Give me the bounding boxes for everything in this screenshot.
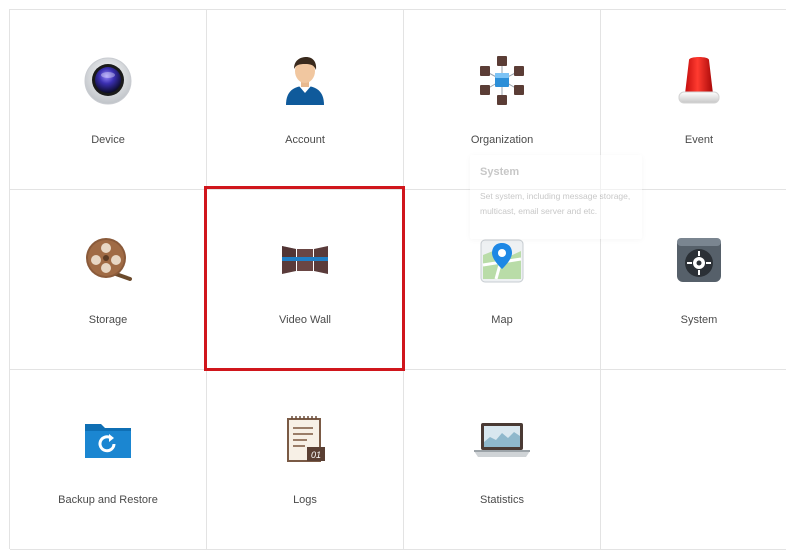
film-reel-icon: [78, 230, 138, 290]
tile-system[interactable]: System: [601, 190, 786, 370]
backup-folder-icon: [78, 410, 138, 470]
empty-tile: [601, 370, 786, 550]
tile-logs[interactable]: 01 Logs: [207, 370, 404, 550]
tile-backup-and-restore[interactable]: Backup and Restore: [10, 370, 207, 550]
laptop-chart-icon: [472, 410, 532, 470]
alarm-siren-icon: [669, 50, 729, 110]
tile-device[interactable]: Device: [10, 10, 207, 190]
tile-label: Logs: [293, 494, 317, 506]
tile-label: Storage: [88, 314, 128, 326]
tile-label: Statistics: [479, 494, 524, 506]
tile-label: Device: [91, 134, 125, 146]
function-tile-grid: Device Account Organization Event Storag…: [9, 9, 786, 550]
tile-event[interactable]: Event: [601, 10, 786, 190]
user-avatar-icon: [275, 50, 335, 110]
tile-label: Event: [684, 134, 714, 146]
tile-label: Backup and Restore: [58, 494, 158, 506]
tile-organization[interactable]: Organization: [404, 10, 601, 190]
tile-storage[interactable]: Storage: [10, 190, 207, 370]
tile-account[interactable]: Account: [207, 10, 404, 190]
tile-label: Map: [491, 314, 513, 326]
tile-map[interactable]: Map: [404, 190, 601, 370]
tile-statistics[interactable]: Statistics: [404, 370, 601, 550]
map-pin-icon: [472, 230, 532, 290]
camera-lens-icon: [78, 50, 138, 110]
tile-video-wall[interactable]: Video Wall: [207, 190, 404, 370]
tile-label: System: [680, 314, 718, 326]
tile-label: Account: [285, 134, 325, 146]
log-document-icon: 01: [275, 410, 335, 470]
svg-text:01: 01: [311, 450, 321, 460]
tile-label: Video Wall: [279, 314, 331, 326]
tile-label: Organization: [470, 134, 534, 146]
system-gauge-icon: [669, 230, 729, 290]
video-wall-icon: [275, 230, 335, 290]
organization-cubes-icon: [472, 50, 532, 110]
